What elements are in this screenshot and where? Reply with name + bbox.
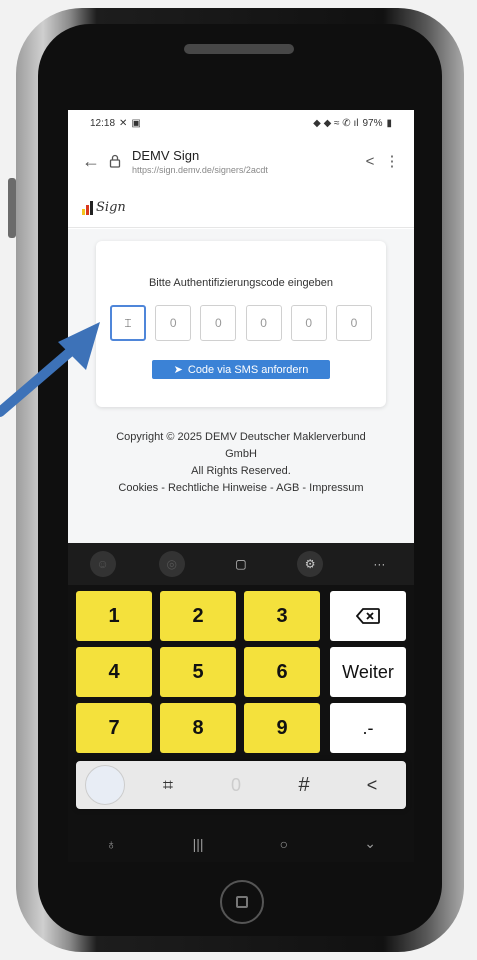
phone-screen: 12:18 ✕ ▣ ◆ ◆ ≈ ✆ ıl 97% ▮ ← DEMV Sign h… bbox=[68, 110, 414, 862]
home-nav-icon[interactable]: ○ bbox=[280, 836, 288, 852]
code-digit-6[interactable]: 0 bbox=[335, 305, 372, 341]
screenshot-thumbnail[interactable] bbox=[85, 765, 125, 805]
key-5[interactable]: 5 bbox=[160, 647, 236, 697]
code-digit-5[interactable]: 0 bbox=[290, 305, 327, 341]
notification-icon: ✕ bbox=[119, 117, 128, 129]
pointer-arrow-icon bbox=[0, 322, 100, 417]
send-icon: ➤ bbox=[173, 364, 183, 376]
key-8[interactable]: 8 bbox=[160, 703, 236, 753]
sms-button-label: Code via SMS anfordern bbox=[187, 363, 309, 376]
key-0[interactable]: 0 bbox=[211, 775, 261, 796]
phone-home-button[interactable] bbox=[220, 880, 264, 924]
clipboard-icon[interactable]: ▢ bbox=[228, 551, 254, 577]
more-menu-icon[interactable]: ⋮ bbox=[384, 152, 400, 170]
hash-key[interactable]: # bbox=[279, 774, 329, 797]
phone-side-button bbox=[8, 178, 16, 238]
scan-text-icon[interactable]: ⌗ bbox=[143, 775, 193, 796]
key-1[interactable]: 1 bbox=[76, 591, 152, 641]
request-sms-code-button[interactable]: ➤ Code via SMS anfordern bbox=[152, 360, 330, 379]
quick-action-bar: ⌗ 0 # < bbox=[76, 761, 406, 809]
sticker-icon[interactable]: ◎ bbox=[158, 551, 185, 577]
code-digit-2[interactable]: 0 bbox=[155, 305, 192, 341]
battery-level: 97% bbox=[362, 117, 383, 129]
status-time: 12:18 bbox=[90, 117, 116, 129]
auth-card-title: Bitte Authentifizierungscode eingeben bbox=[148, 277, 334, 289]
auth-card: Bitte Authentifizierungscode eingeben ⌶ … bbox=[96, 241, 386, 407]
share-icon[interactable]: < bbox=[356, 153, 384, 170]
text-cursor-icon: ⌶ bbox=[124, 315, 132, 330]
backspace-key[interactable] bbox=[330, 591, 406, 641]
numeric-keyboard: ☺ ◎ ▢ ⚙ ··· 1 2 3 4 5 6 Weiter 7 8 9 .- … bbox=[68, 543, 414, 862]
browser-url-bar: ← DEMV Sign https://sign.demv.de/signers… bbox=[68, 138, 414, 184]
emoji-icon[interactable]: ☺ bbox=[89, 551, 116, 577]
site-url[interactable]: https://sign.demv.de/signers/2acdt bbox=[132, 165, 356, 175]
code-digit-4[interactable]: 0 bbox=[245, 305, 282, 341]
punctuation-key[interactable]: .- bbox=[330, 703, 406, 753]
settings-icon[interactable]: ⚙ bbox=[297, 551, 324, 577]
back-nav-icon[interactable]: ⌄ bbox=[364, 835, 376, 852]
mic-icon[interactable]: ♁ bbox=[106, 836, 117, 852]
copyright-line-2: GmbH bbox=[225, 448, 257, 460]
footer-links[interactable]: Cookies - Rechtliche Hinweise - AGB - Im… bbox=[68, 480, 414, 497]
phone-speaker bbox=[184, 44, 294, 54]
android-nav-bar: ♁ ||| ○ ⌄ bbox=[68, 825, 414, 862]
status-bar: 12:18 ✕ ▣ ◆ ◆ ≈ ✆ ıl 97% ▮ bbox=[68, 110, 414, 136]
key-9[interactable]: 9 bbox=[244, 703, 320, 753]
key-6[interactable]: 6 bbox=[244, 647, 320, 697]
site-logo: Sign bbox=[68, 188, 414, 228]
key-2[interactable]: 2 bbox=[160, 591, 236, 641]
recent-apps-icon[interactable]: ||| bbox=[193, 836, 204, 852]
logo-bars-icon bbox=[82, 200, 93, 215]
key-3[interactable]: 3 bbox=[244, 591, 320, 641]
code-input-row: ⌶ 0 0 0 0 0 bbox=[110, 305, 372, 343]
next-key[interactable]: Weiter bbox=[330, 647, 406, 697]
logo-text: Sign bbox=[96, 200, 126, 215]
gallery-icon: ▣ bbox=[131, 117, 141, 129]
backspace-icon bbox=[356, 608, 380, 624]
rights-text: All Rights Reserved. bbox=[191, 465, 291, 477]
back-arrow-icon[interactable]: ← bbox=[82, 151, 104, 172]
code-digit-3[interactable]: 0 bbox=[200, 305, 237, 341]
keyboard-toolbar: ☺ ◎ ▢ ⚙ ··· bbox=[68, 543, 414, 585]
signal-icon: ◆ ◆ ≈ ✆ ıl bbox=[313, 117, 359, 129]
battery-icon: ▮ bbox=[386, 117, 392, 129]
share-action-icon[interactable]: < bbox=[347, 775, 397, 796]
site-title: DEMV Sign bbox=[132, 147, 200, 163]
key-4[interactable]: 4 bbox=[76, 647, 152, 697]
lock-icon[interactable] bbox=[104, 154, 126, 168]
more-icon[interactable]: ··· bbox=[366, 551, 392, 577]
key-7[interactable]: 7 bbox=[76, 703, 152, 753]
